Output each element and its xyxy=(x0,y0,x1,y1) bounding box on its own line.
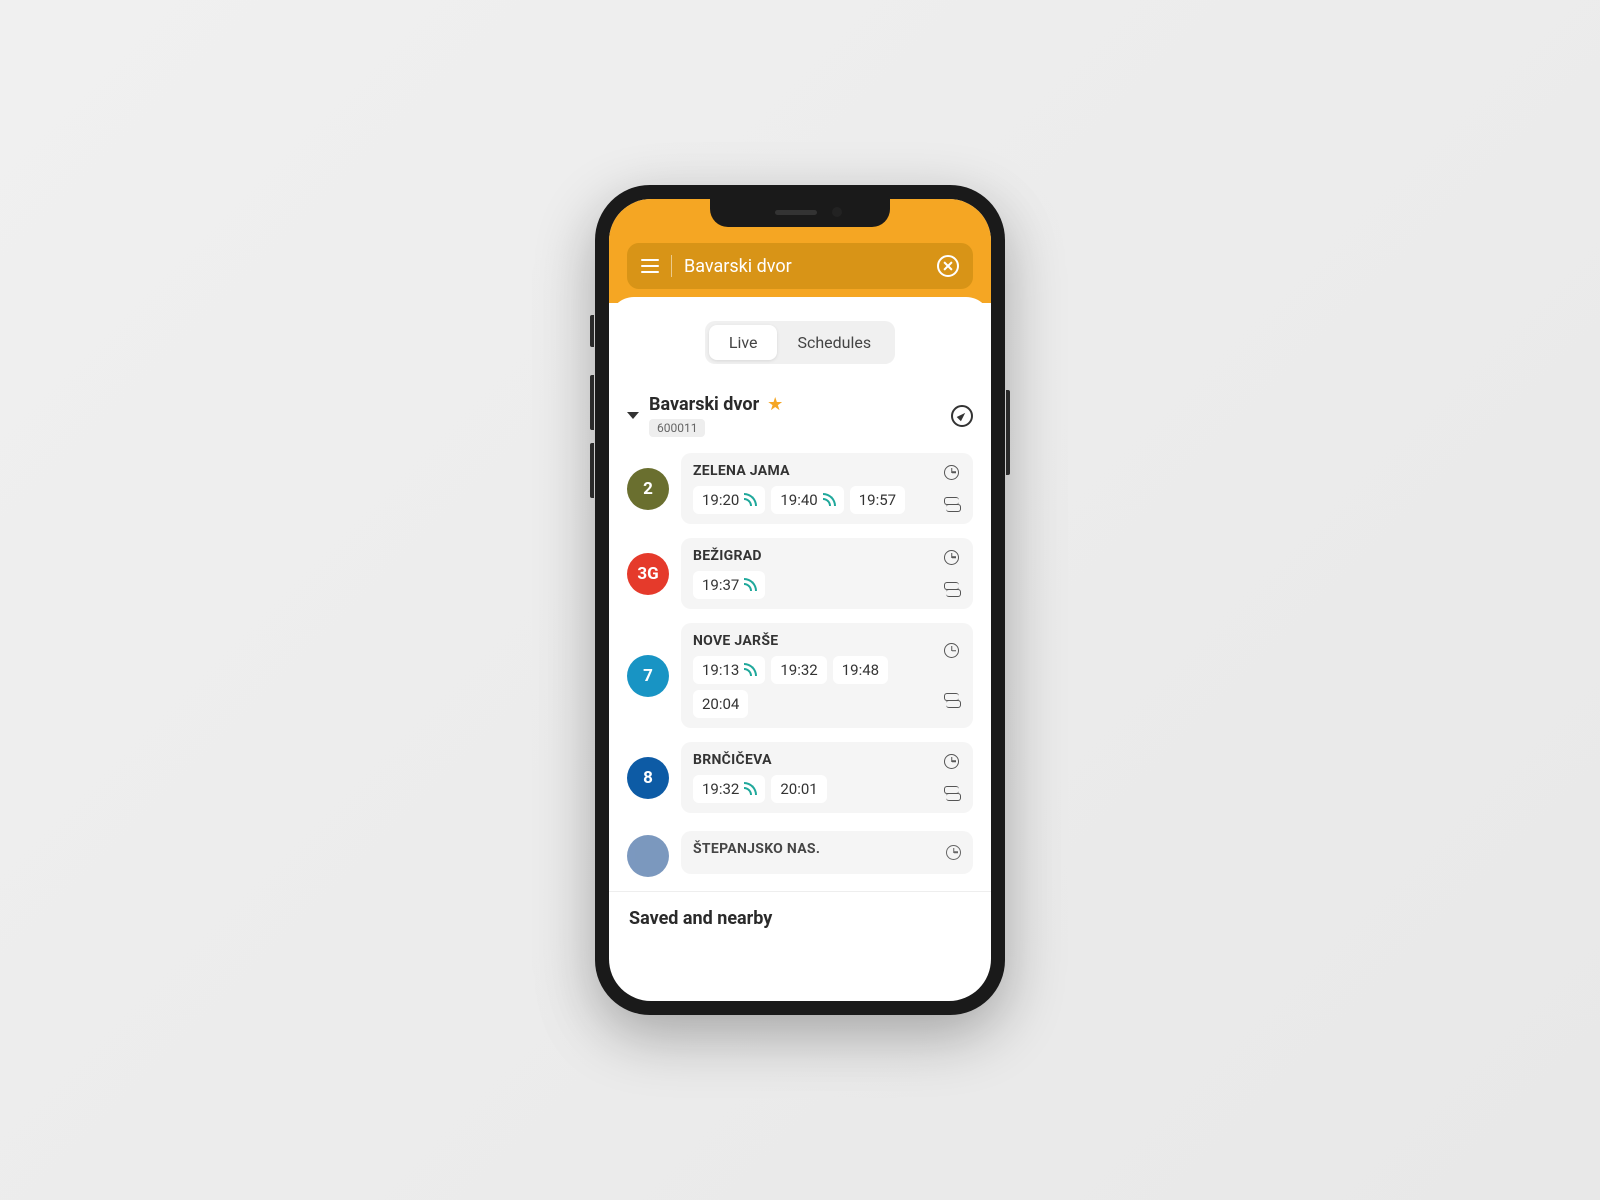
route-actions xyxy=(944,633,961,718)
route-destination: ZELENA JAMA xyxy=(693,463,932,479)
route-card[interactable]: NOVE JARŠE 19:1319:3219:48 20:04 xyxy=(681,623,973,728)
route-actions xyxy=(944,463,961,514)
time-chip[interactable]: 19:40 xyxy=(771,486,843,514)
swap-direction-icon[interactable] xyxy=(944,497,961,512)
routes-list[interactable]: 2 ZELENA JAMA 19:2019:4019:57 3G BEŽIGRAD 19:… xyxy=(609,443,991,891)
dropdown-arrow-icon[interactable] xyxy=(627,412,639,419)
favorite-star-icon[interactable]: ★ xyxy=(767,394,783,415)
tabs: Live Schedules xyxy=(609,297,991,384)
route-row[interactable]: 7 NOVE JARŠE 19:1319:3219:48 20:04 xyxy=(627,623,973,728)
clock-icon[interactable] xyxy=(944,550,959,565)
clock-icon[interactable] xyxy=(944,465,959,480)
route-card[interactable]: ZELENA JAMA 19:2019:4019:57 xyxy=(681,453,973,524)
tab-schedules[interactable]: Schedules xyxy=(777,325,891,360)
live-signal-icon xyxy=(744,579,756,591)
time-chip[interactable]: 20:01 xyxy=(771,775,826,803)
route-destination: ŠTEPANJSKO NAS. xyxy=(693,841,934,857)
times-row: 19:1319:3219:48 20:04 xyxy=(693,656,932,718)
route-badge[interactable]: 2 xyxy=(627,468,669,510)
compass-icon[interactable] xyxy=(951,405,973,427)
station-header: Bavarski dvor ★ 600011 xyxy=(609,384,991,443)
search-input-value[interactable]: Bavarski dvor xyxy=(684,256,925,277)
content-area: Live Schedules Bavarski dvor ★ 600011 xyxy=(609,297,991,945)
time-chip[interactable]: 19:37 xyxy=(693,571,765,599)
route-destination: BEŽIGRAD xyxy=(693,548,932,564)
route-destination: NOVE JARŠE xyxy=(693,633,932,649)
route-card[interactable]: ŠTEPANJSKO NAS. xyxy=(681,831,973,874)
times-row: 19:37 xyxy=(693,571,932,599)
time-chip[interactable]: 19:32 xyxy=(693,775,765,803)
route-badge[interactable]: 8 xyxy=(627,757,669,799)
phone-screen: Bavarski dvor Live Schedules Bavarski dv… xyxy=(609,199,991,1001)
live-signal-icon xyxy=(744,783,756,795)
time-chip[interactable]: 20:04 xyxy=(693,690,748,718)
time-chip[interactable]: 19:32 xyxy=(771,656,826,684)
route-destination: BRNČIČEVA xyxy=(693,752,932,768)
time-chip[interactable]: 19:48 xyxy=(833,656,888,684)
live-signal-icon xyxy=(823,494,835,506)
route-card[interactable]: BRNČIČEVA 19:3220:01 xyxy=(681,742,973,813)
tab-live[interactable]: Live xyxy=(709,325,778,360)
times-row: 19:3220:01 xyxy=(693,775,932,803)
phone-frame: Bavarski dvor Live Schedules Bavarski dv… xyxy=(595,185,1005,1015)
route-badge[interactable]: 3G xyxy=(627,553,669,595)
route-row[interactable]: 3G BEŽIGRAD 19:37 xyxy=(627,538,973,609)
swap-direction-icon[interactable] xyxy=(944,582,961,597)
route-row[interactable]: 8 BRNČIČEVA 19:3220:01 xyxy=(627,742,973,813)
live-signal-icon xyxy=(744,494,756,506)
swap-direction-icon[interactable] xyxy=(944,786,961,801)
search-bar[interactable]: Bavarski dvor xyxy=(627,243,973,289)
clear-icon[interactable] xyxy=(937,255,959,277)
clock-icon[interactable] xyxy=(944,643,959,658)
route-actions xyxy=(946,841,961,864)
clock-icon[interactable] xyxy=(944,754,959,769)
station-name: Bavarski dvor xyxy=(649,394,759,415)
times-row: 19:2019:4019:57 xyxy=(693,486,932,514)
time-chip[interactable]: 19:57 xyxy=(850,486,905,514)
route-badge[interactable] xyxy=(627,835,669,877)
clock-icon[interactable] xyxy=(946,845,961,860)
route-card[interactable]: BEŽIGRAD 19:37 xyxy=(681,538,973,609)
menu-icon[interactable] xyxy=(641,259,659,273)
route-badge[interactable]: 7 xyxy=(627,655,669,697)
swap-direction-icon[interactable] xyxy=(944,693,961,708)
station-code: 600011 xyxy=(649,419,705,437)
time-chip[interactable]: 19:13 xyxy=(693,656,765,684)
route-actions xyxy=(944,752,961,803)
live-signal-icon xyxy=(744,664,756,676)
time-chip[interactable]: 19:20 xyxy=(693,486,765,514)
route-row[interactable]: 2 ZELENA JAMA 19:2019:4019:57 xyxy=(627,453,973,524)
route-actions xyxy=(944,548,961,599)
route-row[interactable]: ŠTEPANJSKO NAS. xyxy=(627,827,973,877)
footer-title[interactable]: Saved and nearby xyxy=(609,891,991,945)
